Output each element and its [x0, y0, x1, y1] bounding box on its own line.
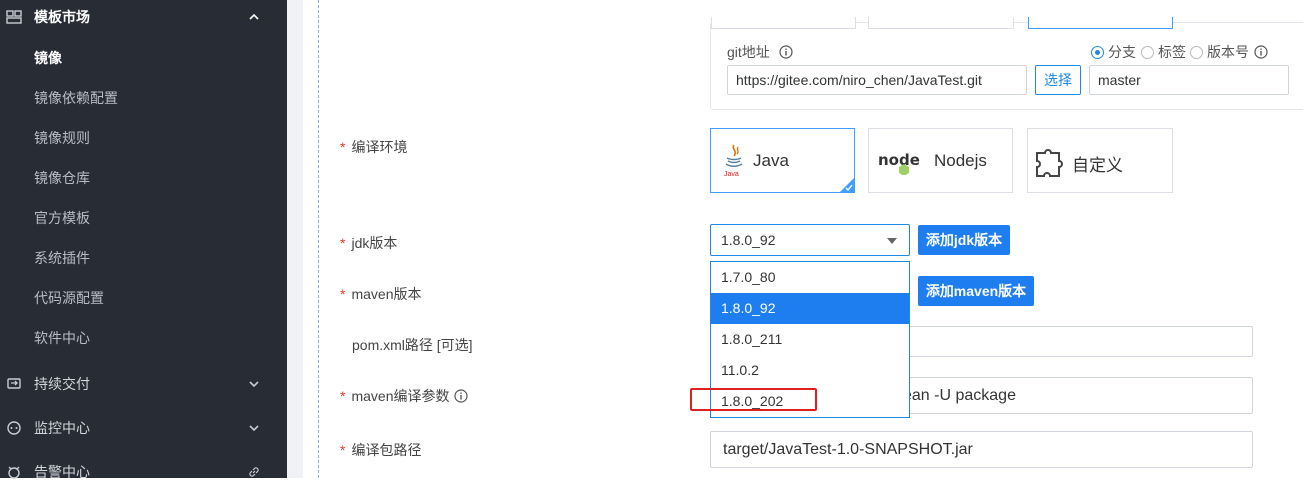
maven-version-text: maven版本: [351, 286, 422, 302]
source-card-edge-selected: [1028, 17, 1173, 29]
package-path-text: 编译包路径: [351, 442, 422, 458]
jdk-version-text: jdk版本: [351, 235, 398, 251]
java-icon: Java: [724, 144, 743, 178]
git-source-panel: git地址 分支 标签 版本号 https://gitee.com/niro_c…: [710, 17, 1303, 110]
package-path-input[interactable]: target/JavaTest-1.0-SNAPSHOT.jar: [710, 431, 1253, 468]
package-path-label: * 编译包路径: [340, 440, 421, 460]
sidebar-item-code-source[interactable]: 代码源配置: [34, 278, 274, 318]
env-card-nodejs[interactable]: node Nodejs: [868, 128, 1013, 193]
env-card-java[interactable]: Java Java: [710, 128, 855, 193]
svg-text:Java: Java: [724, 171, 739, 178]
svg-text:node: node: [878, 151, 920, 169]
jdk-version-label: * jdk版本: [340, 233, 397, 253]
template-icon: [6, 10, 22, 24]
env-label: Nodejs: [934, 151, 987, 170]
chevron-down-icon: [249, 425, 259, 432]
radio-circle: [1141, 45, 1154, 59]
ref-type-label: 版本号: [1207, 44, 1249, 60]
monitor-icon: [7, 421, 21, 435]
git-address-text: git地址: [727, 44, 770, 60]
env-label: Java: [753, 151, 789, 170]
source-card-edge: [868, 17, 1014, 29]
ref-type-label: 标签: [1158, 44, 1186, 60]
sidebar-item-official-template[interactable]: 官方模板: [34, 198, 274, 238]
sidebar-item-system-plugins[interactable]: 系统插件: [34, 238, 274, 278]
sidebar-group-alarm-center[interactable]: 告警中心: [0, 452, 287, 492]
env-card-custom[interactable]: 自定义: [1027, 128, 1173, 193]
dropdown-option[interactable]: 1.8.0_211: [711, 324, 909, 355]
jdk-selected-value: 1.8.0_92: [721, 232, 776, 248]
maven-version-label: * maven版本: [340, 284, 421, 304]
annotation-highlight-box: [690, 388, 817, 411]
required-mark: *: [340, 235, 346, 251]
sidebar-group-label: 模板市场: [34, 9, 90, 25]
layout-gutter: [287, 0, 303, 478]
delivery-icon: [7, 378, 21, 389]
pom-path-label: pom.xml路径 [可选]: [352, 337, 473, 353]
maven-args-label: * maven编译参数: [340, 386, 469, 406]
chevron-down-icon: [249, 381, 259, 388]
required-mark: *: [340, 286, 346, 302]
compile-env-label: * 编译环境: [340, 137, 407, 157]
info-icon[interactable]: [454, 389, 469, 403]
sidebar-group-label: 监控中心: [34, 420, 90, 436]
ref-type-branch-radio[interactable]: 分支: [1091, 42, 1136, 62]
puzzle-icon: [1036, 149, 1063, 177]
sidebar-item-software-center[interactable]: 软件中心: [34, 318, 274, 358]
git-address-label: git地址: [727, 42, 793, 62]
sidebar-item-image[interactable]: 镜像: [34, 38, 274, 78]
info-icon[interactable]: [779, 45, 793, 59]
sidebar-group-monitor-center[interactable]: 监控中心: [0, 408, 287, 448]
radio-circle: [1190, 45, 1203, 59]
link-icon: [249, 467, 259, 477]
required-mark: *: [340, 388, 346, 404]
radio-circle: [1091, 45, 1104, 59]
git-url-input[interactable]: https://gitee.com/niro_chen/JavaTest.git: [727, 65, 1027, 95]
sidebar-item-image-dependency[interactable]: 镜像依赖配置: [34, 78, 274, 118]
dropdown-option[interactable]: 11.0.2: [711, 355, 909, 386]
dropdown-option-selected[interactable]: 1.8.0_92: [711, 293, 909, 324]
sidebar-group-label: 告警中心: [34, 464, 90, 480]
env-label: 自定义: [1072, 156, 1123, 175]
info-icon[interactable]: [1254, 45, 1268, 59]
dropdown-option[interactable]: 1.7.0_80: [711, 262, 909, 293]
maven-args-text: maven编译参数: [351, 388, 450, 404]
sidebar-group-continuous-delivery[interactable]: 持续交付: [0, 364, 287, 404]
ref-type-version-radio[interactable]: 版本号: [1190, 42, 1268, 62]
check-icon: [845, 184, 853, 191]
add-jdk-version-button[interactable]: 添加jdk版本: [918, 225, 1010, 255]
sidebar-group-label: 持续交付: [34, 376, 90, 392]
sidebar-item-image-rules[interactable]: 镜像规则: [34, 118, 274, 158]
ref-type-tag-radio[interactable]: 标签: [1141, 42, 1186, 62]
node-logo: node: [878, 151, 920, 175]
required-mark: *: [340, 442, 346, 458]
dashed-divider: [318, 0, 319, 478]
caret-down-icon: [887, 238, 897, 244]
required-mark: *: [340, 139, 346, 155]
chevron-up-icon: [249, 13, 259, 20]
ref-type-label: 分支: [1108, 44, 1136, 60]
sidebar-group-template-market[interactable]: 模板市场: [0, 0, 287, 37]
sidebar: 模板市场 镜像 镜像依赖配置 镜像规则 镜像仓库 官方模板 系统插件 代码源配置…: [0, 0, 287, 480]
sidebar-item-image-repo[interactable]: 镜像仓库: [34, 158, 274, 198]
source-card-edge: [711, 17, 856, 29]
select-repo-button[interactable]: 选择: [1035, 65, 1081, 95]
jdk-version-select[interactable]: 1.8.0_92: [710, 224, 910, 256]
branch-input[interactable]: master: [1089, 65, 1289, 95]
add-maven-version-button[interactable]: 添加maven版本: [918, 276, 1034, 306]
compile-env-text: 编译环境: [351, 139, 408, 155]
